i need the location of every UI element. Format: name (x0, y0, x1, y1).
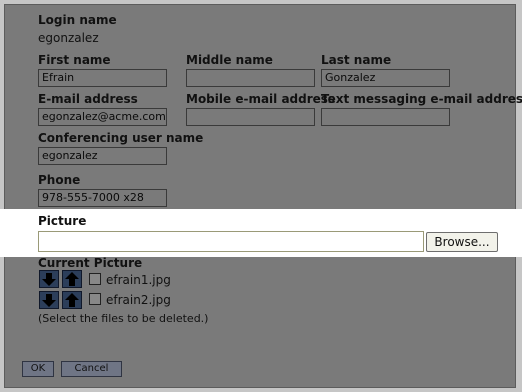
email-label: E-mail address (38, 92, 138, 106)
last-name-field[interactable]: Gonzalez (321, 69, 450, 87)
browse-button[interactable]: Browse... (426, 232, 498, 252)
mobile-email-label: Mobile e-mail address (186, 92, 336, 106)
mobile-email-field[interactable] (186, 108, 315, 126)
email-field[interactable]: egonzalez@acme.com (38, 108, 167, 126)
text-messaging-email-label: Text messaging e-mail address (321, 92, 522, 106)
login-name-label: Login name (38, 13, 117, 27)
current-picture-label: Current Picture (38, 256, 143, 270)
picture-label: Picture (38, 214, 87, 228)
arrow-down-icon[interactable] (39, 291, 59, 309)
conferencing-user-label: Conferencing user name (38, 131, 204, 145)
delete-note: (Select the files to be deleted.) (38, 312, 209, 325)
first-name-label: First name (38, 53, 111, 67)
phone-field[interactable]: 978-555-7000 x28 (38, 189, 167, 207)
first-name-field[interactable]: Efrain (38, 69, 167, 87)
phone-label: Phone (38, 173, 81, 187)
arrow-down-icon[interactable] (39, 270, 59, 288)
middle-name-field[interactable] (186, 69, 315, 87)
file-name-1: efrain1.jpg (106, 273, 171, 287)
middle-name-label: Middle name (186, 53, 273, 67)
login-name-value: egonzalez (38, 31, 99, 45)
text-messaging-email-field[interactable] (321, 108, 450, 126)
picture-file-input[interactable] (38, 231, 424, 252)
delete-checkbox-1[interactable] (89, 273, 101, 285)
arrow-up-icon[interactable] (62, 270, 82, 288)
conferencing-user-field[interactable]: egonzalez (38, 147, 167, 165)
delete-checkbox-2[interactable] (89, 293, 101, 305)
arrow-up-icon[interactable] (62, 291, 82, 309)
cancel-button[interactable]: Cancel (61, 361, 122, 377)
last-name-label: Last name (321, 53, 392, 67)
ok-button[interactable]: OK (22, 361, 54, 377)
file-name-2: efrain2.jpg (106, 293, 171, 307)
